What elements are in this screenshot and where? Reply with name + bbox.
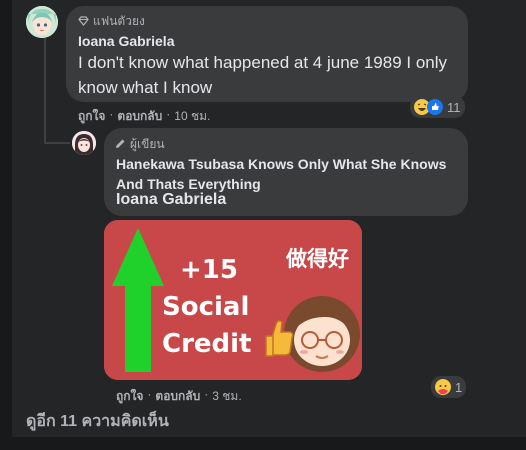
reply-actions: ถูกใจ · ตอบกลับ · 3 ชม.: [116, 387, 242, 406]
comment-text: I don't know what happened at 4 june 198…: [78, 53, 448, 97]
reaction-count: 11: [447, 99, 461, 115]
sticker-chinese-text: 做得好: [285, 247, 349, 271]
quoted-title[interactable]: Hanekawa Tsubasa Knows Only What She Kno…: [116, 154, 460, 194]
avatar-image: [72, 131, 96, 155]
author-badge: ผู้เขียน: [115, 135, 165, 154]
avatar[interactable]: [26, 6, 58, 38]
care-icon: [435, 379, 451, 395]
comment-actions: ถูกใจ · ตอบกลับ · 10 ชม.: [78, 107, 210, 126]
avatar-image: [26, 6, 58, 38]
comment-author[interactable]: Ioana Gabriela: [78, 33, 174, 49]
sticker-image: +15 Social Credit 做得好: [104, 220, 362, 380]
like-icon: [427, 99, 443, 115]
like-button[interactable]: ถูกใจ: [116, 387, 143, 406]
diamond-icon: [78, 15, 89, 29]
timestamp[interactable]: 10 ชม.: [174, 107, 210, 126]
reaction-count: 1: [455, 379, 463, 395]
timestamp[interactable]: 3 ชม.: [212, 387, 241, 406]
reaction-summary[interactable]: 11: [410, 96, 465, 118]
reply-button[interactable]: ตอบกลับ: [117, 107, 162, 126]
sticker-line-3: Credit: [162, 329, 252, 359]
sticker-line-2: Social: [162, 292, 249, 322]
thread-line: [44, 38, 46, 144]
sticker-line-1: +15: [180, 255, 238, 285]
badge-label: แฟนตัวยง: [93, 14, 145, 28]
social-credit-sticker[interactable]: +15 Social Credit 做得好: [104, 220, 362, 380]
anime-face-icon: [284, 296, 360, 372]
pencil-icon: [115, 138, 126, 152]
thread-connector: [44, 142, 70, 144]
badge-label: ผู้เขียน: [130, 137, 165, 151]
reaction-summary[interactable]: 1: [431, 376, 467, 398]
like-button[interactable]: ถูกใจ: [78, 107, 105, 126]
reply-button[interactable]: ตอบกลับ: [155, 387, 200, 406]
fan-badge: แฟนตัวยง: [78, 12, 145, 31]
view-more-comments-link[interactable]: ดูอีก 11 ความคิดเห็น: [26, 409, 169, 434]
mention-link[interactable]: Ioana Gabriela: [116, 191, 226, 209]
avatar[interactable]: [72, 131, 96, 155]
